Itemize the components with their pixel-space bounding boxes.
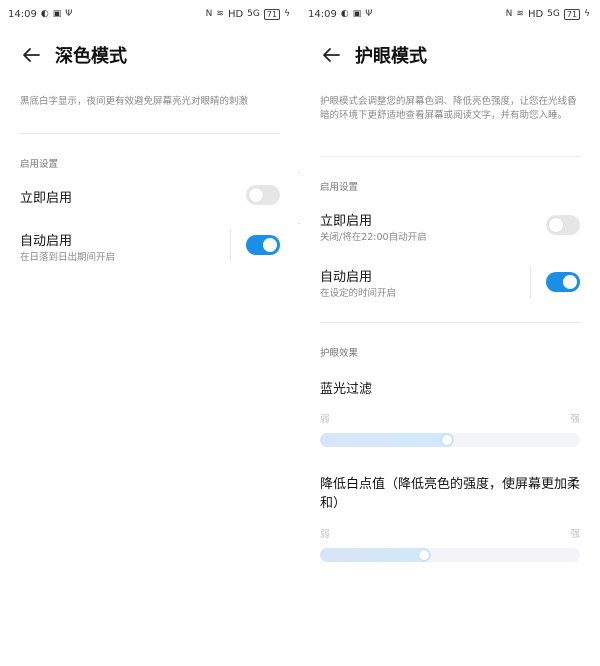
page-description: 黑底白字显示，夜间更有效避免屏幕亮光对眼睛的刺激 — [20, 96, 249, 107]
battery-icon: 71 — [563, 8, 581, 20]
slider-min-label: 弱 — [320, 529, 330, 540]
slider-thumb[interactable] — [442, 435, 452, 445]
page-title: 深色模式 — [55, 46, 127, 67]
nfc-icon: N — [505, 9, 513, 19]
back-arrow-icon[interactable] — [20, 44, 42, 66]
eye-comfort-screen: 14:09 ◐ ▣ Ψ N ≋ HD 5G 71 ϟ 护眼模式 护眼模式会调整您… — [300, 0, 600, 666]
blue-light-slider-track[interactable] — [320, 433, 580, 447]
section-header-enable: 启用设置 — [20, 159, 59, 170]
setting-subtitle: 在设定的时间开启 — [320, 288, 397, 299]
slider-min-label: 弱 — [320, 414, 330, 425]
dark-mode-screen: 14:09 ◐ ▣ Ψ N ≋ HD 5G 71 ϟ 深色模式 黑底白字显示，夜… — [0, 0, 300, 666]
back-arrow-icon[interactable] — [320, 44, 342, 66]
usb-icon: Ψ — [65, 9, 73, 19]
setting-title: 立即启用 — [320, 214, 373, 229]
section-header-effects: 护眼效果 — [320, 348, 359, 359]
auto-enable-toggle[interactable] — [546, 272, 580, 292]
white-point-slider-track[interactable] — [320, 548, 580, 562]
app-notification-icon: ◐ — [340, 9, 349, 19]
slider-thumb[interactable] — [419, 550, 429, 560]
charging-icon: ϟ — [584, 9, 590, 19]
slider-max-label: 强 — [570, 529, 580, 540]
wifi-icon: ≋ — [216, 9, 224, 19]
wifi-icon: ≋ — [516, 9, 524, 19]
status-bar: 14:09 ◐ ▣ Ψ N ≋ HD 5G 71 ϟ — [0, 5, 300, 23]
status-bar: 14:09 ◐ ▣ Ψ N ≋ HD 5G 71 ϟ — [300, 5, 600, 23]
slider-label: 蓝光过滤 — [320, 382, 373, 397]
setting-subtitle: 关闭/将在22:00自动开启 — [320, 232, 427, 243]
slider-fill — [320, 433, 454, 447]
divider — [320, 322, 580, 323]
image-notification-icon: ▣ — [352, 9, 362, 19]
row-separator — [530, 266, 531, 298]
status-time: 14:09 — [8, 8, 37, 20]
signal-icon: 5G — [547, 9, 560, 19]
section-header-enable: 启用设置 — [320, 182, 359, 193]
enable-now-toggle[interactable] — [546, 215, 580, 235]
slider-fill — [320, 548, 431, 562]
row-separator — [230, 229, 231, 261]
enable-now-toggle[interactable] — [246, 185, 280, 205]
signal-icon: 5G — [247, 9, 260, 19]
status-time: 14:09 — [308, 8, 337, 20]
setting-title: 自动启用 — [20, 234, 73, 249]
auto-enable-toggle[interactable] — [246, 235, 280, 255]
charging-icon: ϟ — [284, 9, 290, 19]
battery-icon: 71 — [263, 8, 281, 20]
app-notification-icon: ◐ — [40, 9, 49, 19]
divider — [320, 156, 580, 157]
slider-max-label: 强 — [570, 414, 580, 425]
setting-title: 立即启用 — [20, 191, 73, 206]
network-hd-label: HD — [527, 8, 544, 20]
network-hd-label: HD — [227, 8, 244, 20]
setting-title: 自动启用 — [320, 270, 373, 285]
image-notification-icon: ▣ — [52, 9, 62, 19]
page-title: 护眼模式 — [355, 46, 427, 67]
usb-icon: Ψ — [365, 9, 373, 19]
nfc-icon: N — [205, 9, 213, 19]
setting-subtitle: 在日落到日出期间开启 — [20, 252, 116, 263]
page-description: 护眼模式会调整您的屏幕色调、降低亮色强度，让您在光线昏暗的环境下更舒适地查看屏幕… — [320, 96, 577, 121]
divider — [20, 133, 280, 134]
slider-label: 降低白点值（降低亮色的强度，使屏幕更加柔和） — [320, 477, 581, 511]
